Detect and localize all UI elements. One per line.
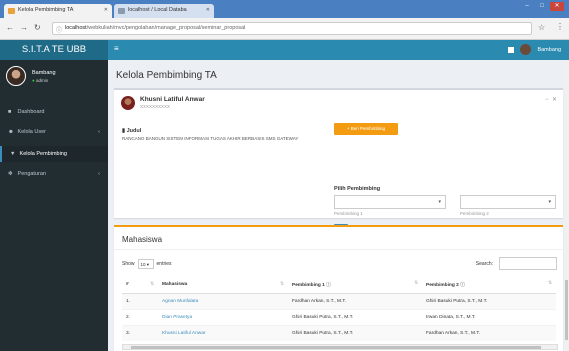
pembimbing-2-help: Pembimbing 2 [460,211,489,216]
gear-icon: ✻ [8,171,13,177]
mahasiswa-table: # ⇅ Mahasiswa ⇅ Pembimbing 1 ⓘ ⇅ Pembimbing… [122,277,556,341]
student-nim: XXXXXXXXXX [140,104,171,109]
sidebar: Bambang ● admin ■ Dashboard ☻ Kelola Use… [0,60,108,351]
forward-icon[interactable]: → [20,23,28,32]
browser-tab-bar: Kelola Pembimbing TA ✕ localhost / Local… [0,0,569,18]
collapse-icon[interactable]: − [545,97,549,103]
pembimbing-2-select[interactable]: ▾ [460,195,556,209]
entries-select[interactable]: 10 ▾ [137,259,154,269]
divider [114,249,563,250]
users-icon: ☻ [8,129,14,135]
search-input[interactable] [499,257,557,270]
chevron-left-icon: ‹ [98,129,100,135]
pilih-pembimbing-label: Pilih Pembimbing [334,186,381,192]
pembimbing-1-select[interactable]: ▾ [334,195,446,209]
online-dot-icon: ● [32,78,35,83]
mortarboard-icon: ▼ [10,151,16,157]
minimize-icon[interactable]: – [520,2,534,11]
horizontal-scrollbar[interactable] [122,344,558,350]
chevron-down-icon: ▾ [438,199,441,205]
reload-icon[interactable]: ↻ [34,23,41,32]
vertical-scrollbar[interactable] [564,60,569,351]
sort-icon: ⇅ [413,281,418,287]
mahasiswa-title: Mahasiswa [122,235,163,244]
browser-tab-active[interactable]: Kelola Pembimbing TA ✕ [4,4,112,18]
help-icon: ⓘ [460,283,465,289]
close-tab-icon[interactable]: ✕ [104,7,108,13]
scroll-thumb[interactable] [565,280,568,340]
sidebar-item-kelola-pembimbing[interactable]: ▼ Kelola Pembimbing [0,146,108,162]
app-logo[interactable]: S.I.T.A TE UBB [0,40,108,60]
book-icon: ▮ [122,128,126,134]
student-name: Khusni Latiful Anwar [140,96,205,103]
show-entries: Show 10 ▾ entries [122,259,172,269]
avatar [520,44,532,55]
close-icon[interactable]: ✕ [552,97,557,103]
sidebar-user-name: Bambang [32,70,56,76]
browser-menu-icon[interactable]: ⋮ [556,22,564,31]
mahasiswa-box: Mahasiswa Show 10 ▾ entries Search: # ⇅ M… [114,225,563,351]
sidebar-item-kelola-user[interactable]: ☻ Kelola User ‹ [0,124,108,140]
chevron-left-icon: ‹ [98,171,100,177]
nav-user-name: Bambang [537,46,561,53]
student-link[interactable]: Khusni Latiful Anwar [158,324,288,341]
hamburger-icon[interactable]: ≡ [114,44,119,53]
sort-icon: ⇅ [149,282,154,288]
sidebar-item-dashboard[interactable]: ■ Dashboard [0,104,108,120]
avatar [6,66,26,86]
browser-tab-inactive[interactable]: localhost / Local Databa ✕ [114,4,214,18]
table-row: 1. Agnan Munfalata Fardhan Arkan, S.T., … [122,292,556,309]
close-tab-icon[interactable]: ✕ [206,7,210,13]
table-search: Search: [476,257,557,270]
sidebar-user-status: ● admin [32,78,49,83]
favicon-icon [118,8,125,14]
close-window-icon[interactable]: ✕ [550,2,564,11]
col-header-no[interactable]: # ⇅ [122,277,158,294]
url-input[interactable]: ⓘ localhost/webkuliah/mvc/pengolahan/man… [52,22,532,35]
apps-icon[interactable] [508,46,515,53]
scroll-thumb[interactable] [131,346,541,349]
help-icon: ⓘ [326,283,331,289]
col-header-pembimbing-1[interactable]: Pembimbing 1 ⓘ ⇅ [288,277,422,294]
back-icon[interactable]: ← [6,23,14,32]
judul-value: RANCANG BANGUN SISTEM INFORMASI TUGAS AK… [122,136,299,141]
sort-icon: ⇅ [547,281,552,287]
top-navbar: ≡ Bambang [108,40,569,60]
user-panel: Bambang ● admin [6,66,106,96]
page-title: Kelola Pembimbing TA [116,70,217,81]
col-header-mahasiswa[interactable]: Mahasiswa ⇅ [158,277,288,294]
content-area: Kelola Pembimbing TA Khusni Latiful Anwa… [108,60,569,351]
student-link[interactable]: Dian Prasetya [158,308,288,325]
chevron-down-icon: ▾ [548,199,551,205]
sidebar-item-pengaturan[interactable]: ✻ Pengaturan ‹ [0,166,108,182]
add-pembimbing-button[interactable]: + Beri Pembimbing [334,123,398,135]
box-tools: − ✕ [545,96,557,103]
favicon-icon [8,8,15,14]
dashboard-icon: ■ [8,109,12,115]
student-box: Khusni Latiful Anwar XXXXXXXXXX − ✕ ▮ Ju… [114,88,563,235]
address-bar: ← → ↻ ⓘ localhost/webkuliah/mvc/pengolah… [0,18,569,40]
table-row: 2. Dian Prasetya Ghiri Basuki Putra, S.T… [122,308,556,325]
nav-user-menu[interactable]: Bambang [508,44,561,55]
judul-label: ▮ Judul [122,128,142,134]
bookmark-star-icon[interactable]: ☆ [538,23,545,32]
pembimbing-1-help: Pembimbing 1 [334,211,363,216]
table-row: 3. Khusni Latiful Anwar Ghiri Basuki Put… [122,324,556,341]
student-link[interactable]: Agnan Munfalata [158,292,288,309]
maximize-icon[interactable]: □ [535,2,549,11]
avatar [121,96,135,110]
info-icon: ⓘ [56,28,63,34]
sort-icon: ⇅ [279,282,284,288]
col-header-pembimbing-2[interactable]: Pembimbing 2 ⓘ ⇅ [422,277,556,294]
